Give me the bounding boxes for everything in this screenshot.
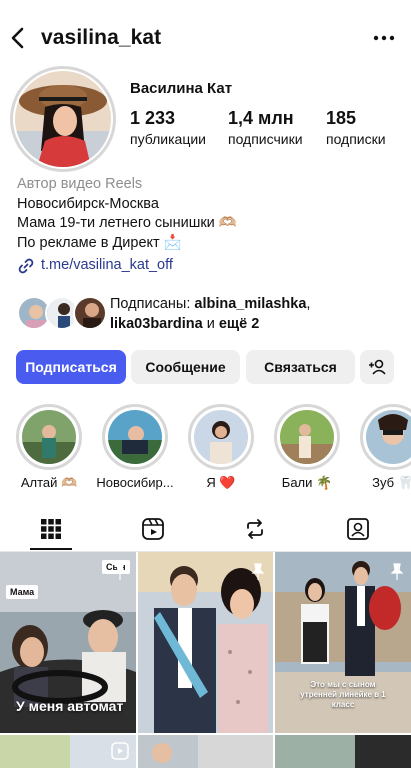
bio-category: Автор видео Reels xyxy=(17,176,143,192)
follower-name-1[interactable]: albina_milashka xyxy=(194,296,306,312)
highlight-altai[interactable]: Алтай 🫶🏼 xyxy=(16,404,82,491)
highlight-me[interactable]: Я ❤️ xyxy=(188,404,254,491)
highlight-cover xyxy=(22,410,76,464)
highlight-tooth[interactable]: Зуб 🦷 xyxy=(360,404,411,491)
highlight-bali[interactable]: Бали 🌴 xyxy=(274,404,340,491)
grid-post[interactable] xyxy=(138,552,273,733)
bio-line-3: По рекламе в Директ 📩 xyxy=(17,234,182,251)
pin-icon xyxy=(390,563,404,580)
followers-label: подписчики xyxy=(228,131,303,147)
following-stat[interactable]: 185 подписки xyxy=(326,108,386,147)
highlight-label: Бали 🌴 xyxy=(281,475,333,490)
profile-full-name: Василина Кат xyxy=(130,80,233,97)
posts-grid: Мама Сын У меня автомат Это мы с сыном у… xyxy=(0,552,411,768)
highlight-label: Я ❤️ xyxy=(206,475,236,490)
bio-line-1: Новосибирск-Москва xyxy=(17,195,159,212)
highlight-label: Зуб 🦷 xyxy=(372,475,411,490)
followed-by-row[interactable]: Подписаны: albina_milashka, lika03bardin… xyxy=(17,294,407,334)
grid-post[interactable] xyxy=(275,735,411,768)
link-icon xyxy=(18,258,34,274)
more-options-icon[interactable] xyxy=(371,24,397,52)
posts-label: публикации xyxy=(130,131,206,147)
posts-stat[interactable]: 1 233 публикации xyxy=(130,108,206,147)
bio-link-text[interactable]: t.me/vasilina_kat_off xyxy=(41,256,173,276)
profile-avatar[interactable] xyxy=(15,71,111,167)
followed-by-text: Подписаны: albina_milashka, lika03bardin… xyxy=(110,296,311,332)
followed-by-prefix: Подписаны: xyxy=(110,296,195,312)
grid-post[interactable]: Мама Сын У меня автомат xyxy=(0,552,136,733)
follower-name-2[interactable]: lika03bardina xyxy=(110,316,203,332)
highlight-cover xyxy=(280,410,334,464)
grid-tab-icon[interactable] xyxy=(38,516,64,542)
grid-post[interactable] xyxy=(138,735,273,768)
highlight-label: Новосибир... xyxy=(96,475,174,490)
reels-tab-icon[interactable] xyxy=(140,516,166,542)
post-caption: Это мы с сыном утренней линейке в 1 клас… xyxy=(300,680,386,709)
reposts-tab-icon[interactable] xyxy=(242,516,268,542)
tagged-tab-icon[interactable] xyxy=(345,516,371,542)
add-person-icon xyxy=(369,359,386,375)
followed-by-and: и xyxy=(202,316,219,332)
top-bar: vasilina_kat xyxy=(0,18,411,58)
highlight-cover xyxy=(108,410,162,464)
message-button[interactable]: Сообщение xyxy=(131,350,240,384)
pin-icon xyxy=(251,563,265,580)
grid-post[interactable] xyxy=(0,735,136,768)
follower-avatar xyxy=(73,296,107,330)
highlight-cover xyxy=(366,410,411,464)
pin-icon xyxy=(113,563,127,580)
suggest-people-button[interactable] xyxy=(360,350,394,384)
followers-stat[interactable]: 1,4 млн подписчики xyxy=(228,108,303,147)
highlight-novosibirsk[interactable]: Новосибир... xyxy=(96,404,174,490)
bio-link[interactable]: t.me/vasilina_kat_off xyxy=(17,256,237,276)
followers-count: 1,4 млн xyxy=(228,108,294,128)
highlight-label: Алтай 🫶🏼 xyxy=(20,475,78,490)
back-arrow-icon[interactable] xyxy=(8,24,28,52)
post-sticker: Мама xyxy=(6,585,39,599)
following-count: 185 xyxy=(326,108,357,128)
grid-post[interactable]: Это мы с сыном утренней линейке в 1 клас… xyxy=(275,552,411,733)
follow-button[interactable]: Подписаться xyxy=(16,350,126,384)
reel-icon xyxy=(111,742,129,760)
following-label: подписки xyxy=(326,131,386,147)
followed-by-more[interactable]: ещё 2 xyxy=(219,316,259,332)
profile-tabs xyxy=(0,508,411,552)
profile-bio: Автор видео Reels Новосибирск-Москва Мам… xyxy=(17,175,237,276)
posts-count: 1 233 xyxy=(130,108,176,128)
highlight-cover xyxy=(194,410,248,464)
post-caption: У меня автомат xyxy=(16,698,124,714)
profile-username: vasilina_kat xyxy=(41,26,162,49)
active-tab-indicator xyxy=(30,548,72,550)
contact-button[interactable]: Связаться xyxy=(246,350,355,384)
bio-line-2: Мама 19-ти летнего сынишки 🫶🏼 xyxy=(17,215,237,231)
